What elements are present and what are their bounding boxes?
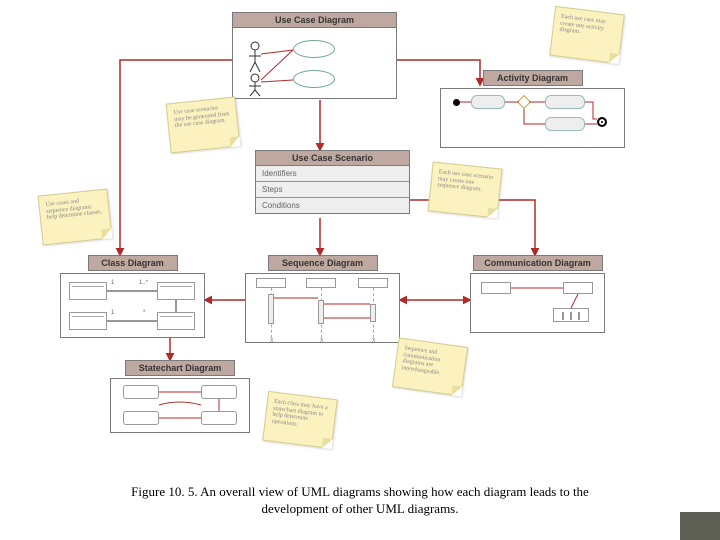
diagram-title: Activity Diagram	[483, 70, 583, 86]
note-communication: Sequence and communication diagrams are …	[392, 337, 468, 396]
note-text: Use case scenarios may be generated from…	[173, 105, 229, 129]
multiplicity: 1	[111, 280, 114, 286]
diagram-title: Communication Diagram	[473, 255, 603, 271]
caption-line: development of other UML diagrams.	[262, 501, 459, 516]
communication-diagram: Communication Diagram	[470, 255, 605, 333]
note-activity: Each use case may create one activity di…	[549, 6, 625, 64]
diagram-title: Statechart Diagram	[125, 360, 235, 376]
corner-decoration	[680, 512, 720, 540]
class-diagram: Class Diagram 1 1..* 1 *	[60, 255, 205, 338]
multiplicity: 1..*	[139, 280, 148, 286]
note-text: Each class may have a statechart diagram…	[271, 399, 328, 428]
multiplicity: 1	[111, 310, 114, 316]
svg-text:x: x	[372, 337, 376, 344]
note-text: Each use case scenario may create one se…	[437, 169, 494, 193]
note-sequence: Each use case scenario may create one se…	[428, 161, 503, 218]
note-statechart: Each class may have a statechart diagram…	[262, 391, 338, 449]
diagram-title: Class Diagram	[88, 255, 178, 271]
scenario-row: Conditions	[256, 198, 409, 213]
svg-text:x: x	[320, 337, 324, 344]
use-case-diagram: Use Case Diagram	[232, 12, 397, 99]
diagram-title: Sequence Diagram	[268, 255, 378, 271]
figure-caption: Figure 10. 5. An overall view of UML dia…	[0, 483, 720, 518]
caption-line: Figure 10. 5. An overall view of UML dia…	[131, 484, 589, 499]
svg-text:x: x	[270, 337, 274, 344]
diagram-title: Use Case Diagram	[233, 13, 396, 28]
note-text: Use cases and sequence diagrams help det…	[45, 199, 102, 222]
statechart-diagram: Statechart Diagram	[110, 360, 250, 433]
scenario-row: Identifiers	[256, 166, 409, 182]
note-classes: Use cases and sequence diagrams help det…	[38, 188, 113, 245]
note-text: Each use case may create one activity di…	[559, 14, 606, 36]
activity-diagram: Activity Diagram	[440, 70, 625, 148]
multiplicity: *	[143, 310, 145, 316]
use-case-scenario: Use Case Scenario Identifiers Steps Cond…	[255, 150, 410, 214]
sequence-diagram: Sequence Diagram x x x	[245, 255, 400, 343]
diagram-title: Use Case Scenario	[256, 151, 409, 166]
note-scenario: Use case scenarios may be generated from…	[166, 96, 241, 153]
note-text: Sequence and communication diagrams are …	[401, 345, 441, 376]
scenario-row: Steps	[256, 182, 409, 198]
